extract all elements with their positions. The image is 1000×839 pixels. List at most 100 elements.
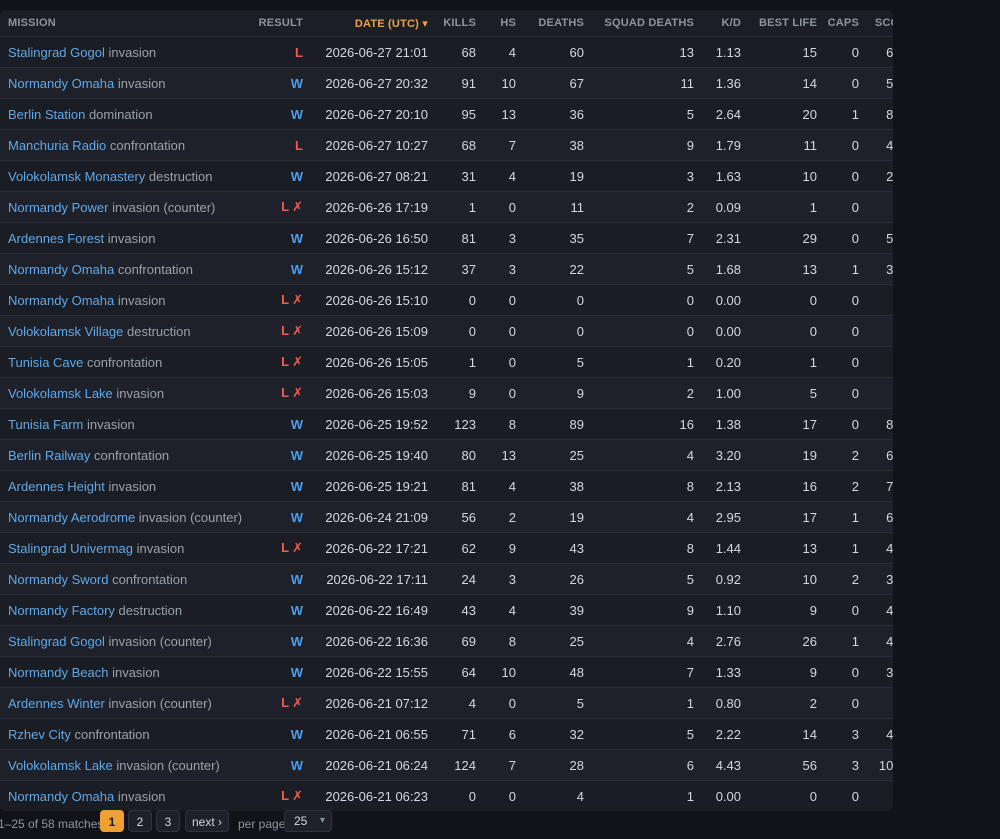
table-row[interactable]: Volokolamsk Village destruction L ✗ 2026-06… <box>0 315 893 347</box>
map-link[interactable]: Rzhev City <box>8 727 71 742</box>
kills-cell: 0 <box>436 284 484 316</box>
map-link[interactable]: Stalingrad Univermag <box>8 541 133 556</box>
map-link[interactable]: Normandy Power <box>8 200 108 215</box>
map-link[interactable]: Manchuria Radio <box>8 138 106 153</box>
column-header-best-life[interactable]: BEST LIFE <box>749 10 825 37</box>
map-link[interactable]: Stalingrad Gogol <box>8 45 105 60</box>
map-link[interactable]: Normandy Omaha <box>8 789 114 804</box>
table-row[interactable]: Normandy Aerodrome invasion (counter) W 20… <box>0 501 893 533</box>
deaths-cell: 9 <box>524 377 592 409</box>
map-link[interactable]: Ardennes Height <box>8 479 105 494</box>
headshots-cell: 6 <box>484 718 524 750</box>
table-row[interactable]: Rzhev City confrontation W 2026-06-21 06:5… <box>0 718 893 750</box>
column-header-caps[interactable]: CAPS <box>825 10 867 37</box>
column-header-mission[interactable]: MISSION <box>0 10 249 37</box>
result-badge: W <box>290 416 303 432</box>
column-header-hs[interactable]: HS <box>484 10 524 37</box>
game-mode: invasion <box>117 788 166 804</box>
map-link[interactable]: Volokolamsk Lake <box>8 386 113 401</box>
map-link[interactable]: Normandy Beach <box>8 665 108 680</box>
table-row[interactable]: Normandy Omaha invasion W 2026-06-27 20:32… <box>0 67 893 99</box>
table-row[interactable]: Volokolamsk Monastery destruction W 2026-0… <box>0 160 893 192</box>
column-header-kills[interactable]: KILLS <box>436 10 484 37</box>
page-button-1[interactable]: 1 <box>100 810 124 832</box>
mission-cell: Stalingrad Gogol invasion (counter) <box>0 625 249 657</box>
kd-cell: 1.13 <box>702 36 749 68</box>
kills-cell: 1 <box>436 346 484 378</box>
table-row[interactable]: Stalingrad Gogol invasion (counter) W 2026… <box>0 625 893 657</box>
kills-cell: 9 <box>436 377 484 409</box>
map-link[interactable]: Ardennes Forest <box>8 231 104 246</box>
map-link[interactable]: Normandy Omaha <box>8 293 114 308</box>
map-link[interactable]: Stalingrad Gogol <box>8 634 105 649</box>
table-row[interactable]: Volokolamsk Lake invasion (counter) W 2026… <box>0 749 893 781</box>
date-cell: 2026-06-21 06:23 <box>311 780 436 811</box>
table-row[interactable]: Stalingrad Univermag invasion L ✗ 2026-06-2… <box>0 532 893 564</box>
deaths-cell: 28 <box>524 749 592 781</box>
table-row[interactable]: Volokolamsk Lake invasion L ✗ 2026-06-26 15… <box>0 377 893 409</box>
squad-deaths-cell: 4 <box>592 625 702 657</box>
table-row[interactable]: Ardennes Forest invasion W 2026-06-26 16:5… <box>0 222 893 254</box>
mission-cell: Normandy Omaha invasion <box>0 780 249 811</box>
page-button-3[interactable]: 3 <box>156 810 180 832</box>
map-link[interactable]: Tunisia Farm <box>8 417 83 432</box>
caps-cell: 0 <box>825 222 867 254</box>
table-row[interactable]: Normandy Omaha invasion L ✗ 2026-06-21 06:2… <box>0 780 893 811</box>
table-row[interactable]: Manchuria Radio confrontation L 2026-06-27… <box>0 129 893 161</box>
map-link[interactable]: Volokolamsk Monastery <box>8 169 145 184</box>
table-row[interactable]: Berlin Railway confrontation W 2026-06-25 … <box>0 439 893 471</box>
map-link[interactable]: Volokolamsk Village <box>8 324 123 339</box>
map-link[interactable]: Ardennes Winter <box>8 696 105 711</box>
column-header-kd[interactable]: K/D <box>702 10 749 37</box>
per-page-select[interactable]: 25 ▾ <box>284 810 332 832</box>
page-button-2[interactable]: 2 <box>128 810 152 832</box>
column-header-date[interactable]: DATE (UTC) ▾ <box>311 10 436 37</box>
map-link[interactable]: Berlin Station <box>8 107 85 122</box>
date-cell: 2026-06-21 06:24 <box>311 749 436 781</box>
table-row[interactable]: Normandy Omaha invasion L ✗ 2026-06-26 15:1… <box>0 284 893 316</box>
game-mode: confrontation <box>87 354 163 370</box>
result-cell: L ✗ <box>249 346 311 378</box>
match-history-table-panel: MISSION RESULT DATE (UTC) ▾ KILLS HS DEA… <box>0 10 893 811</box>
deaths-cell: 4 <box>524 780 592 811</box>
score-cell: 3087 <box>867 656 893 688</box>
result-badge: L <box>281 385 290 400</box>
table-row[interactable]: Tunisia Cave confrontation L ✗ 2026-06-26 1… <box>0 346 893 378</box>
map-link[interactable]: Normandy Sword <box>8 572 108 587</box>
mission-cell: Normandy Omaha confrontation <box>0 253 249 285</box>
squad-deaths-cell: 2 <box>592 191 702 223</box>
column-header-squad-deaths[interactable]: SQUAD DEATHS <box>592 10 702 37</box>
table-row[interactable]: Normandy Power invasion (counter) L ✗ 2026-… <box>0 191 893 223</box>
table-row[interactable]: Normandy Omaha confrontation W 2026-06-26 … <box>0 253 893 285</box>
best-life-cell: 17 <box>749 501 825 533</box>
deaths-cell: 60 <box>524 36 592 68</box>
map-link[interactable]: Tunisia Cave <box>8 355 83 370</box>
column-header-deaths[interactable]: DEATHS <box>524 10 592 37</box>
next-page-button[interactable]: next › <box>185 810 229 832</box>
map-link[interactable]: Normandy Omaha <box>8 76 114 91</box>
map-link[interactable]: Normandy Omaha <box>8 262 114 277</box>
map-link[interactable]: Normandy Aerodrome <box>8 510 135 525</box>
table-row[interactable]: Berlin Station domination W 2026-06-27 20:… <box>0 98 893 130</box>
caps-cell: 3 <box>825 718 867 750</box>
kd-cell: 2.31 <box>702 222 749 254</box>
table-row[interactable]: Ardennes Winter invasion (counter) L ✗ 2026… <box>0 687 893 719</box>
column-header-result[interactable]: RESULT <box>249 10 311 37</box>
table-row[interactable]: Tunisia Farm invasion W 2026-06-25 19:52 12… <box>0 408 893 440</box>
best-life-cell: 11 <box>749 129 825 161</box>
table-row[interactable]: Stalingrad Gogol invasion L 2026-06-27 21:… <box>0 36 893 68</box>
column-header-score[interactable]: SCORE <box>867 10 893 37</box>
table-row[interactable]: Normandy Beach invasion W 2026-06-22 15:55… <box>0 656 893 688</box>
map-link[interactable]: Berlin Railway <box>8 448 90 463</box>
score-cell: 8600 <box>867 98 893 130</box>
squad-deaths-cell: 13 <box>592 36 702 68</box>
map-link[interactable]: Normandy Factory <box>8 603 115 618</box>
table-row[interactable]: Normandy Factory destruction W 2026-06-22 … <box>0 594 893 626</box>
table-row[interactable]: Ardennes Height invasion W 2026-06-25 19:2… <box>0 470 893 502</box>
caps-cell: 0 <box>825 36 867 68</box>
date-cell: 2026-06-25 19:40 <box>311 439 436 471</box>
result-badge: L <box>295 44 303 60</box>
table-row[interactable]: Normandy Sword confrontation W 2026-06-22 … <box>0 563 893 595</box>
result-cell: L ✗ <box>249 191 311 223</box>
map-link[interactable]: Volokolamsk Lake <box>8 758 113 773</box>
